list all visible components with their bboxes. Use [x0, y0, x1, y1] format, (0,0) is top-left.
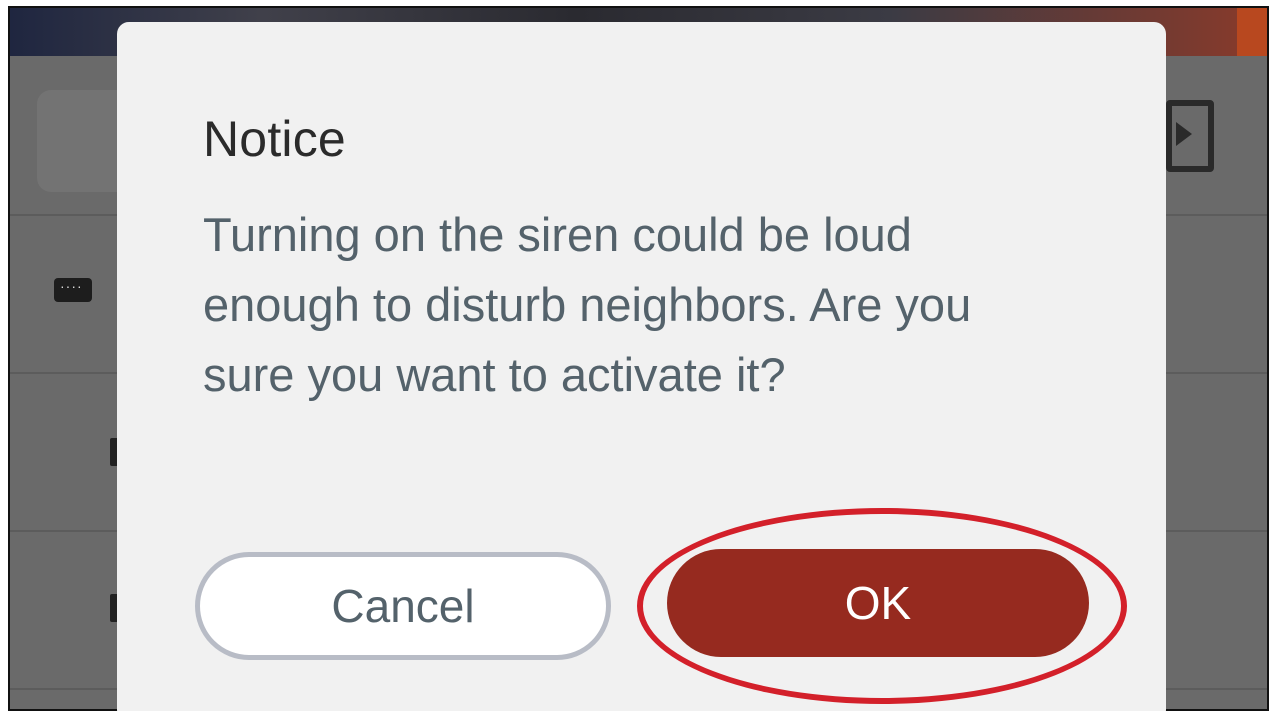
- notice-dialog: Notice Turning on the siren could be lou…: [117, 22, 1166, 711]
- dialog-title: Notice: [203, 111, 346, 167]
- cancel-button[interactable]: Cancel: [195, 552, 611, 660]
- video-film-icon: [1166, 100, 1214, 172]
- dialog-message: Turning on the siren could be loud enoug…: [203, 208, 972, 401]
- keyboard-icon: [54, 278, 92, 302]
- video-strip-edge: [1237, 8, 1267, 56]
- ok-button[interactable]: OK: [667, 549, 1089, 657]
